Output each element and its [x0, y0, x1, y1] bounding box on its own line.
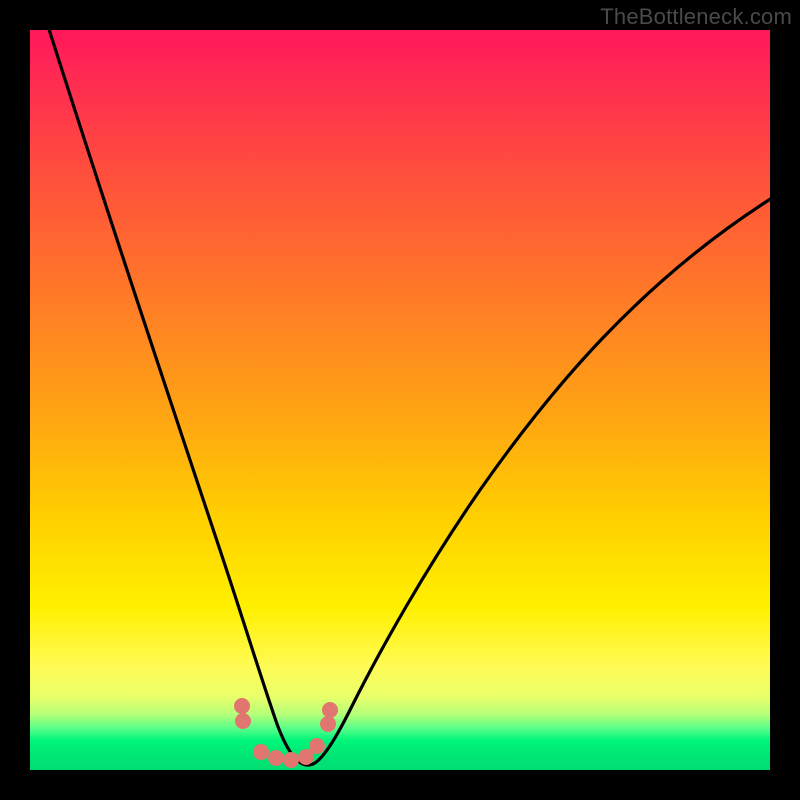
bottleneck-curve: [48, 26, 772, 765]
chart-svg: [30, 30, 770, 770]
watermark-text: TheBottleneck.com: [600, 4, 792, 30]
chart-frame: TheBottleneck.com: [0, 0, 800, 800]
